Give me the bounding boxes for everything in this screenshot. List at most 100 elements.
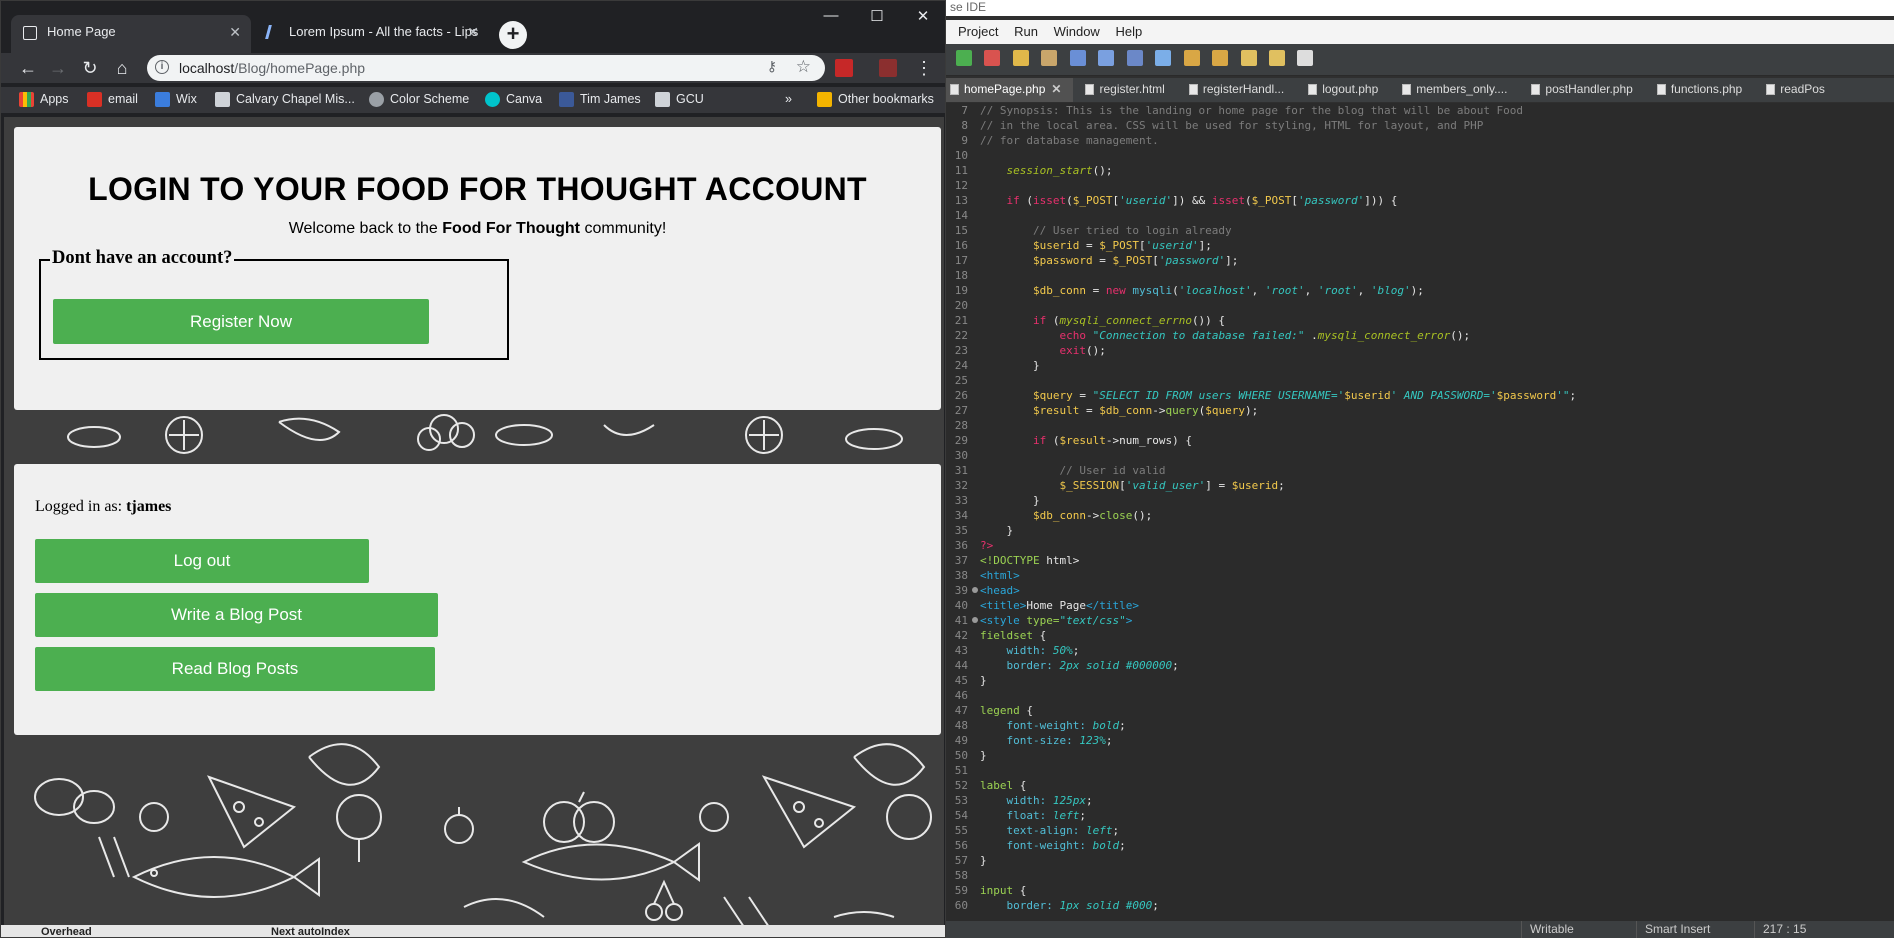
file-icon (1656, 84, 1666, 95)
code-line: 18 (946, 268, 1894, 283)
tab-strip: Home Page ✕ Lorem Ipsum - All the facts … (1, 1, 945, 53)
code-line: 54 float: left; (946, 808, 1894, 823)
editor-tab[interactable]: readPos (1762, 78, 1837, 102)
debug-icon[interactable] (984, 49, 1001, 66)
code-text: <style type="text/css"> (980, 614, 1133, 627)
logout-button[interactable]: Log out (35, 539, 369, 583)
code-line: 58 (946, 868, 1894, 883)
info-icon[interactable]: i (155, 60, 169, 74)
maximize-icon[interactable]: ☐ (867, 7, 887, 25)
code-text: exit(); (1059, 344, 1106, 357)
close-tab-icon[interactable]: ✕ (1051, 82, 1061, 96)
bookmark-gcu[interactable]: GCU (655, 91, 704, 107)
file-icon (1188, 84, 1198, 95)
wand-icon[interactable] (1041, 49, 1058, 66)
code-text: legend { (980, 704, 1033, 717)
annotation-icon[interactable] (1183, 49, 1200, 66)
bookmarks-overflow-icon[interactable]: » (785, 91, 792, 107)
editor-tab[interactable]: logout.php (1304, 78, 1390, 102)
code-line: 9 // for database management. (946, 133, 1894, 148)
minimize-icon[interactable]: — (821, 7, 841, 24)
read-blog-posts-button[interactable]: Read Blog Posts (35, 647, 435, 691)
code-text: input { (980, 884, 1027, 897)
bookmark-star-icon[interactable]: ☆ (796, 57, 811, 77)
line-number: 25 (954, 374, 968, 387)
menu-help[interactable]: Help (1103, 20, 1142, 39)
code-line: 50} (946, 748, 1894, 763)
toggle-block-icon[interactable] (1069, 49, 1086, 66)
bookmark-color-scheme[interactable]: Color Scheme (369, 91, 469, 107)
write-blog-post-button[interactable]: Write a Blog Post (35, 593, 438, 637)
close-window-icon[interactable]: ✕ (913, 7, 933, 25)
key-icon[interactable]: ⚷ (767, 58, 777, 75)
editor-tab[interactable]: postHandler.php (1527, 78, 1644, 102)
tab-title: Home Page (47, 24, 116, 39)
register-now-button[interactable]: Register Now (53, 299, 429, 344)
bookmark-wix[interactable]: Wix (155, 91, 197, 107)
register-legend: Dont have an account? (50, 248, 235, 269)
other-bookmarks[interactable]: Other bookmarks (817, 91, 934, 107)
code-line: 36 ?> (946, 538, 1894, 553)
home-icon[interactable]: ⌂ (111, 57, 133, 79)
line-number: 58 (954, 869, 968, 882)
gmail-icon (87, 92, 102, 107)
menu-project[interactable]: Project (946, 20, 998, 39)
highlight-icon[interactable] (1155, 49, 1172, 66)
reload-icon[interactable]: ↻ (79, 57, 101, 79)
address-bar[interactable]: i localhost/Blog/homePage.php ⚷ ☆ (147, 55, 825, 81)
pilcrow-icon[interactable] (1126, 49, 1143, 66)
pdf-extension-icon[interactable] (835, 59, 853, 77)
back-icon[interactable] (1268, 49, 1285, 66)
menu-window[interactable]: Window (1042, 20, 1100, 39)
open-folder-icon[interactable] (1012, 49, 1029, 66)
canva-icon (485, 92, 500, 107)
file-icon (1766, 84, 1776, 95)
code-text: <head> (980, 584, 1020, 597)
line-number: 51 (954, 764, 968, 777)
last-edit-icon[interactable] (1240, 49, 1257, 66)
code-text: // for database management. (980, 134, 1159, 147)
code-text: $password = $_POST['password']; (1032, 254, 1239, 267)
menu-kebab-icon[interactable]: ⋮ (913, 57, 935, 79)
line-number: 12 (954, 179, 968, 192)
bookmark-apps[interactable]: Apps (19, 91, 69, 107)
close-tab-icon[interactable]: ✕ (229, 15, 241, 49)
tab-title: Lorem Ipsum - All the facts - Lips (289, 24, 479, 39)
editor-tab[interactable]: functions.php (1653, 78, 1754, 102)
run-icon[interactable] (956, 49, 972, 66)
format-icon[interactable] (1098, 49, 1115, 66)
tab-lorem-ipsum[interactable]: Lorem Ipsum - All the facts - Lips ✕ (253, 15, 489, 53)
bookmark-tim-james[interactable]: Tim James (559, 91, 641, 107)
editor-tab[interactable]: homePage.php ✕ (946, 78, 1074, 102)
editor-tab[interactable]: register.html (1081, 78, 1176, 102)
code-text: } (980, 359, 1040, 372)
color-scheme-icon (369, 92, 384, 107)
page-title: LOGIN TO YOUR FOOD FOR THOUGHT ACCOUNT (88, 171, 867, 207)
line-number: 60 (954, 899, 968, 912)
code-editor[interactable]: 7 // Synopsis: This is the landing or hom… (946, 103, 1894, 921)
editor-tab[interactable]: members_only.... (1398, 78, 1519, 102)
bookmark-calvary[interactable]: Calvary Chapel Mis... (215, 91, 355, 107)
forward-arrow-icon[interactable]: → (47, 57, 69, 79)
menu-run[interactable]: Run (1002, 20, 1038, 39)
new-tab-button[interactable]: + (499, 21, 527, 49)
code-line: 19 $db_conn = new mysqli('localhost', 'r… (946, 283, 1894, 298)
line-number: 34 (954, 509, 968, 522)
code-line: 14 (946, 208, 1894, 223)
back-arrow-icon[interactable]: ← (17, 57, 39, 79)
line-number: 50 (954, 749, 968, 762)
editor-tab[interactable]: registerHandl... (1185, 78, 1296, 102)
browser-window: Home Page ✕ Lorem Ipsum - All the facts … (0, 0, 946, 938)
bookmark-canva[interactable]: Canva (485, 91, 542, 107)
next-annotation-icon[interactable] (1212, 49, 1229, 66)
forward-icon[interactable] (1297, 49, 1314, 66)
extension-icon[interactable] (879, 59, 897, 77)
tab-home-page[interactable]: Home Page ✕ (11, 15, 251, 53)
page-icon (23, 26, 37, 40)
code-line: 41 <style type="text/css"> (946, 613, 1894, 628)
code-text: $query = "SELECT ID FROM users WHERE USE… (1032, 389, 1577, 402)
bookmark-email[interactable]: email (87, 91, 138, 107)
close-tab-icon[interactable]: ✕ (467, 15, 479, 49)
